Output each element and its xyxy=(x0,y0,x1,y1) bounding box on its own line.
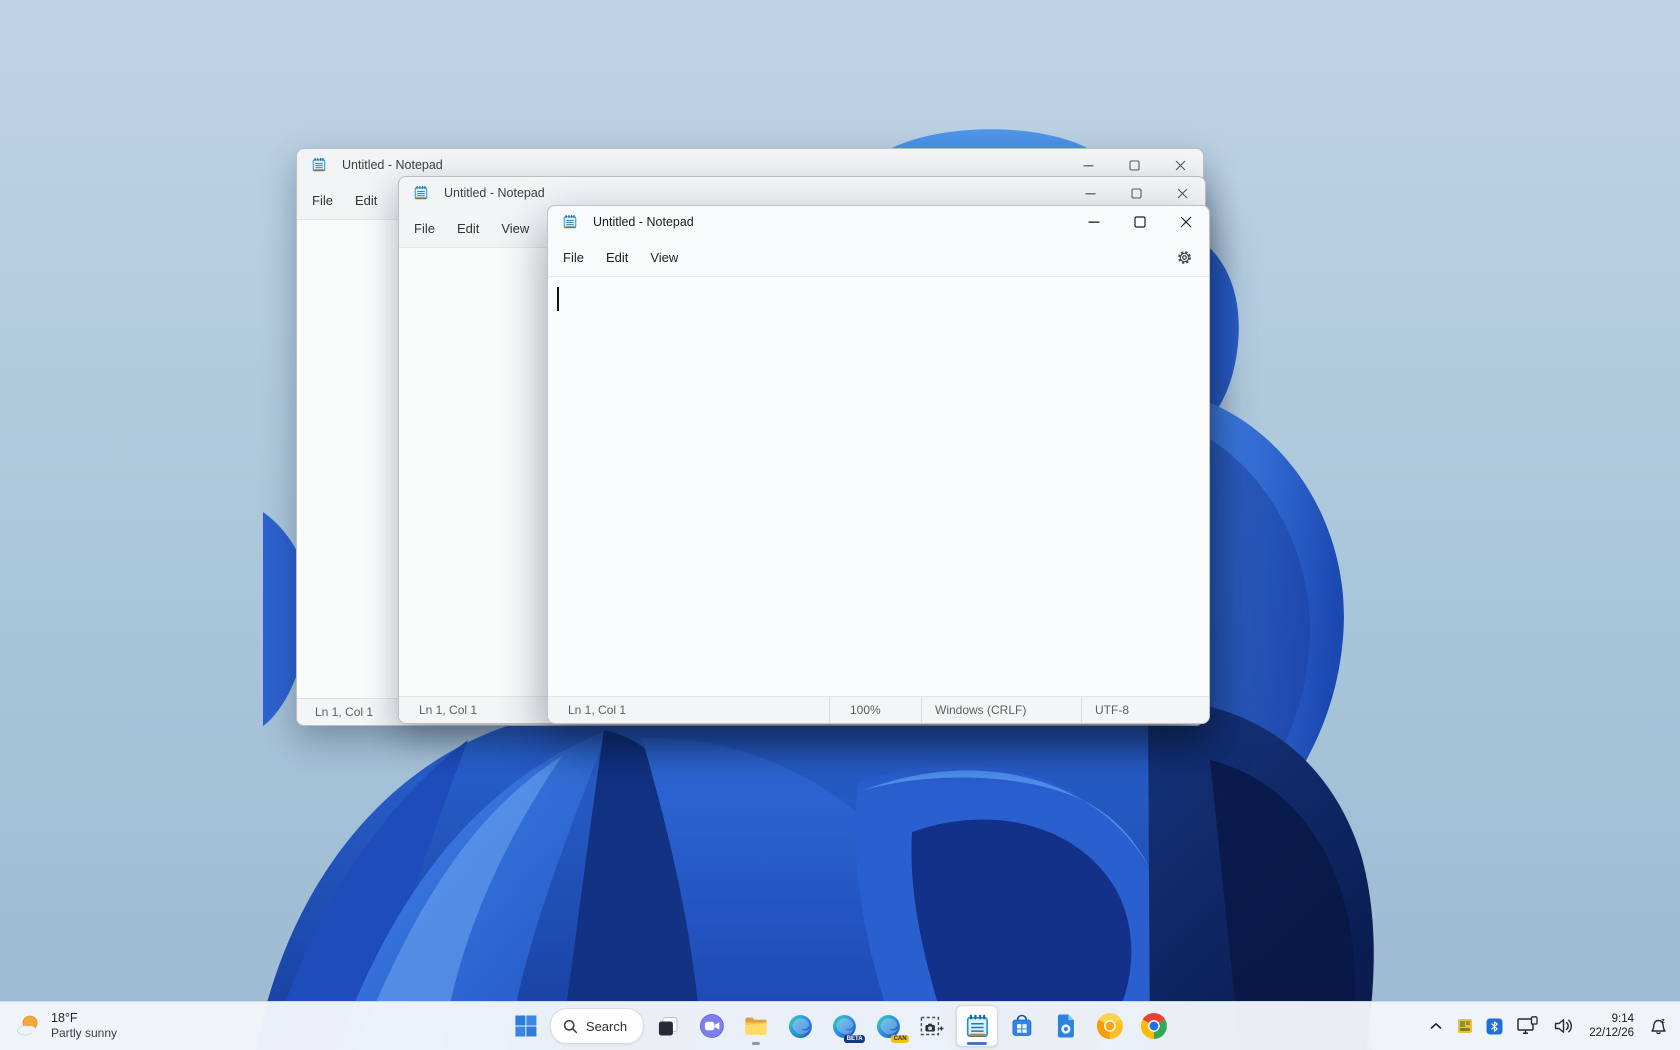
window-title: Untitled - Notepad xyxy=(342,158,443,172)
settings-gear-icon[interactable] xyxy=(1169,243,1199,271)
cursor-position: Ln 1, Col 1 xyxy=(548,697,829,723)
canary-badge: CAN xyxy=(891,1035,909,1043)
menu-bar: File Edit View xyxy=(548,238,1209,277)
menu-file[interactable]: File xyxy=(403,216,446,241)
notepad-button[interactable] xyxy=(956,1005,998,1047)
zoom-level[interactable]: 100% xyxy=(829,697,921,723)
dev-document-button[interactable] xyxy=(1046,1006,1086,1046)
maximize-button[interactable] xyxy=(1117,206,1163,238)
search-box[interactable]: Search xyxy=(550,1008,644,1044)
notepad-app-icon xyxy=(413,185,429,201)
edge-icon xyxy=(788,1014,813,1039)
chat-icon xyxy=(699,1013,725,1039)
menu-view[interactable]: View xyxy=(490,216,540,241)
menu-edit[interactable]: Edit xyxy=(595,245,639,270)
windows-logo-icon xyxy=(514,1014,538,1038)
chevron-up-icon xyxy=(1428,1019,1444,1033)
weather-condition: Partly sunny xyxy=(51,1026,117,1041)
snipping-tool-icon xyxy=(919,1013,945,1039)
text-editor-area[interactable] xyxy=(548,277,1209,696)
volume-icon[interactable] xyxy=(1550,1009,1578,1043)
beta-badge: BETA xyxy=(844,1035,865,1043)
cursor-position: Ln 1, Col 1 xyxy=(297,705,373,719)
line-ending: Windows (CRLF) xyxy=(921,697,1081,723)
chrome-button[interactable] xyxy=(1134,1006,1174,1046)
active-running-indicator xyxy=(967,1042,987,1045)
running-indicator xyxy=(752,1042,760,1045)
ethernet-icon[interactable] xyxy=(1513,1009,1543,1043)
minimize-button[interactable] xyxy=(1071,206,1117,238)
notepad-icon xyxy=(964,1013,991,1040)
edge-button[interactable] xyxy=(780,1006,820,1046)
taskbar: 18°F Partly sunny Search xyxy=(0,1001,1680,1050)
snipping-tool-button[interactable] xyxy=(912,1006,952,1046)
chat-button[interactable] xyxy=(692,1006,732,1046)
chrome-canary-button[interactable] xyxy=(1090,1006,1130,1046)
menu-edit[interactable]: Edit xyxy=(344,188,388,213)
cursor-position: Ln 1, Col 1 xyxy=(399,703,477,717)
window-title: Untitled - Notepad xyxy=(593,215,694,229)
close-button[interactable] xyxy=(1163,206,1209,238)
weather-widget[interactable]: 18°F Partly sunny xyxy=(6,1002,125,1050)
task-view-button[interactable] xyxy=(648,1006,688,1046)
edge-canary-button[interactable]: CAN xyxy=(868,1006,908,1046)
hidden-icons-chevron[interactable] xyxy=(1425,1009,1447,1043)
clock-date: 22/12/26 xyxy=(1589,1026,1634,1040)
microsoft-store-button[interactable] xyxy=(1002,1006,1042,1046)
bluetooth-icon[interactable] xyxy=(1483,1009,1506,1043)
tray-app-icon[interactable] xyxy=(1454,1009,1476,1043)
svg-text:z: z xyxy=(1661,1018,1665,1025)
status-bar: Ln 1, Col 1 100% Windows (CRLF) UTF-8 xyxy=(548,696,1209,723)
clock-time: 9:14 xyxy=(1589,1012,1634,1026)
partly-sunny-icon xyxy=(14,1011,44,1041)
weather-temperature: 18°F xyxy=(51,1011,117,1026)
search-label: Search xyxy=(586,1019,627,1034)
text-cursor xyxy=(557,287,559,311)
titlebar[interactable]: Untitled - Notepad xyxy=(548,206,1209,238)
notepad-window-front: Untitled - Notepad File Edit View Ln 1, … xyxy=(547,205,1210,724)
file-explorer-button[interactable] xyxy=(736,1006,776,1046)
window-title: Untitled - Notepad xyxy=(444,186,545,200)
menu-file[interactable]: File xyxy=(301,188,344,213)
notification-bell-icon[interactable]: z xyxy=(1645,1009,1672,1043)
task-view-icon xyxy=(656,1014,680,1038)
edge-beta-button[interactable]: BETA xyxy=(824,1006,864,1046)
notepad-app-icon xyxy=(562,214,578,230)
start-button[interactable] xyxy=(506,1006,546,1046)
menu-file[interactable]: File xyxy=(552,245,595,270)
clock[interactable]: 9:14 22/12/26 xyxy=(1585,1012,1638,1040)
encoding: UTF-8 xyxy=(1081,697,1209,723)
file-explorer-icon xyxy=(743,1013,769,1039)
dev-document-icon xyxy=(1054,1013,1078,1039)
notepad-app-icon xyxy=(311,157,327,173)
menu-view[interactable]: View xyxy=(639,245,689,270)
microsoft-store-icon xyxy=(1009,1013,1035,1039)
search-icon xyxy=(563,1019,578,1034)
chrome-icon xyxy=(1141,1013,1167,1039)
chrome-canary-icon xyxy=(1097,1013,1123,1039)
menu-edit[interactable]: Edit xyxy=(446,216,490,241)
